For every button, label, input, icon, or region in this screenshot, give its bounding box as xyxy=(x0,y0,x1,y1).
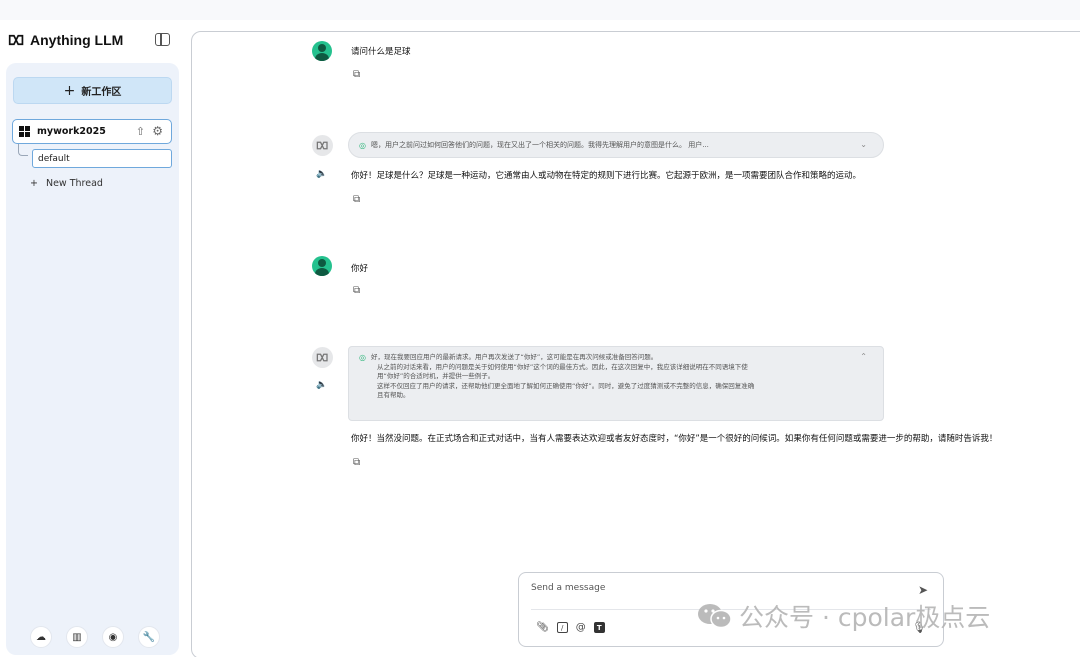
sidebar-toggle-icon[interactable] xyxy=(155,33,170,46)
new-thread-button[interactable]: + New Thread xyxy=(30,178,103,189)
at-mention-icon[interactable]: @ xyxy=(576,622,586,633)
copy-icon[interactable]: ⧉ xyxy=(353,194,360,205)
new-workspace-button[interactable]: + 新工作区 xyxy=(13,77,172,104)
send-icon[interactable]: ➤ xyxy=(918,583,928,597)
assistant-avatar xyxy=(312,135,333,156)
thought-line: 好，现在我要回应用户的最新请求。用户再次发送了“你好”，这可能是在再次问候或准备… xyxy=(370,353,658,361)
workspace-item[interactable]: mywork2025 ⇧ ⚙ xyxy=(12,119,172,144)
chevron-up-icon[interactable]: ⌃ xyxy=(860,352,867,362)
thread-tree-connector xyxy=(18,144,28,156)
thread-name: default xyxy=(38,154,70,164)
gear-icon[interactable]: ⚙ xyxy=(152,124,163,138)
attach-icon[interactable]: 📎︎ xyxy=(536,622,549,633)
plus-icon: + xyxy=(30,178,38,189)
assistant-message: 你好！当然没问题。在正式场合和正式对话中，当有人需要表达欢迎或者友好态度时，“你… xyxy=(351,434,998,444)
thought-preview-text: 嗯，用户之前问过如何回答他们的问题，现在又出了一个相关的问题。我得先理解用户的意… xyxy=(370,141,709,149)
assistant-message: 你好！足球是什么？足球是一种运动，它通常由人或动物在特定的规则下进行比赛。它起源… xyxy=(351,171,862,181)
app-title: Anything LLM xyxy=(30,32,124,48)
app-brand: Anything LLM xyxy=(8,32,123,48)
composer-toolbar: 📎︎ / @ T xyxy=(536,622,605,633)
wrench-settings-icon[interactable]: 🔧 xyxy=(138,626,160,648)
user-message: 请问什么是足球 xyxy=(351,47,411,57)
lightbulb-icon: ◎ xyxy=(359,140,366,150)
user-message: 你好 xyxy=(351,264,369,274)
anything-llm-logo-icon xyxy=(316,353,328,362)
watermark: 公众号 · cpolar极点云 xyxy=(697,598,990,634)
community-hub-icon[interactable]: ☁ xyxy=(30,626,52,648)
assistant-avatar xyxy=(312,347,333,368)
discord-icon[interactable]: ◉ xyxy=(102,626,124,648)
copy-icon[interactable]: ⧉ xyxy=(353,457,360,468)
docs-book-icon[interactable]: ▥ xyxy=(66,626,88,648)
thought-summary-collapsed[interactable]: ◎ 嗯，用户之前问过如何回答他们的问题，现在又出了一个相关的问题。我得先理解用户… xyxy=(348,132,884,158)
wechat-icon xyxy=(698,604,732,629)
new-thread-label: New Thread xyxy=(45,178,103,189)
new-workspace-label: 新工作区 xyxy=(81,87,122,98)
thought-details-expanded: ◎ 好，现在我要回应用户的最新请求。用户再次发送了“你好”，这可能是在再次问候或准… xyxy=(348,346,884,421)
anything-llm-logo-icon xyxy=(316,141,328,150)
speaker-icon[interactable]: 🔈 xyxy=(316,380,327,390)
copy-icon[interactable]: ⧉ xyxy=(353,285,360,296)
workspace-grid-icon xyxy=(19,126,30,137)
chat-panel xyxy=(191,31,1080,657)
plus-icon: + xyxy=(63,82,76,99)
thought-line: 这样不仅回应了用户的请求，还帮助他们更全面地了解如何正确使用“你好”。同时，避免… xyxy=(377,381,755,390)
sidebar-footer: ☁ ▥ ◉ 🔧 xyxy=(30,626,160,648)
watermark-text: 公众号 · cpolar极点云 xyxy=(739,603,991,632)
top-bar xyxy=(0,0,1080,20)
text-size-icon[interactable]: T xyxy=(593,622,605,633)
copy-icon[interactable]: ⧉ xyxy=(353,69,360,80)
thought-line: 且有帮助。 xyxy=(377,391,410,399)
thread-item-default[interactable]: default xyxy=(32,149,172,168)
sidebar: + 新工作区 mywork2025 ⇧ ⚙ default + New Thre… xyxy=(6,63,179,655)
user-avatar xyxy=(312,256,332,276)
chevron-down-icon[interactable]: ⌄ xyxy=(860,140,867,149)
anything-llm-logo-icon xyxy=(8,34,24,46)
speaker-icon[interactable]: 🔈 xyxy=(316,169,327,179)
message-input[interactable]: Send a message xyxy=(531,583,605,593)
thought-line: 用“你好”的合适时机，并提供一些例子。 xyxy=(377,372,495,380)
workspace-name: mywork2025 xyxy=(37,126,106,137)
lightbulb-icon: ◎ xyxy=(359,353,366,362)
upload-icon[interactable]: ⇧ xyxy=(136,125,145,138)
user-avatar xyxy=(312,41,332,61)
thought-line: 从之前的对话来看，用户的问题是关于如何使用“你好”这个词的最佳方式。因此，在这次… xyxy=(377,362,748,371)
slash-command-icon[interactable]: / xyxy=(556,622,568,633)
